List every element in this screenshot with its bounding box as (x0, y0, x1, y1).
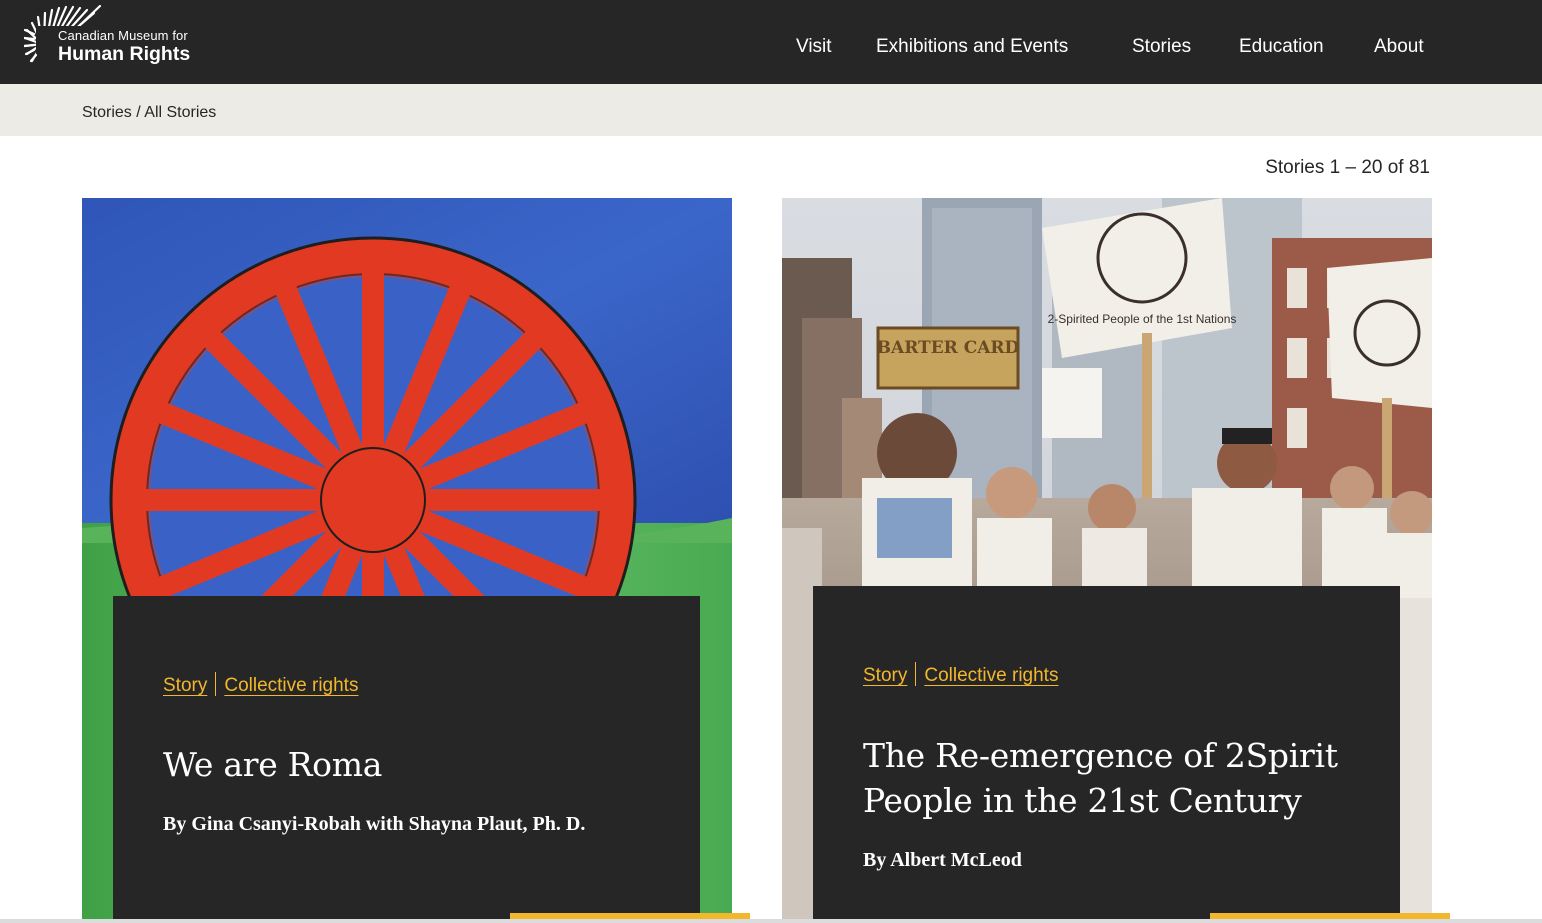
results-count: Stories 1 – 20 of 81 (1265, 157, 1430, 178)
story-card-tags-2spirit: Story Collective rights (863, 662, 1058, 687)
story-card-tags-roma: Story Collective rights (163, 672, 358, 697)
story-card-title-2spirit[interactable]: The Re-emergence of 2Spirit People in th… (863, 733, 1363, 823)
nav-visit[interactable]: Visit (796, 36, 832, 58)
breadcrumb-separator: / (136, 104, 141, 121)
nav-stories[interactable]: Stories (1132, 36, 1191, 58)
tag-separator (915, 662, 917, 686)
nav-about[interactable]: About (1374, 36, 1424, 58)
breadcrumb-bar (0, 84, 1542, 136)
breadcrumb: Stories / All Stories (82, 104, 216, 122)
story-card-byline-2spirit: By Albert McLeod (863, 849, 1022, 871)
nav-exhibitions-and-events[interactable]: Exhibitions and Events (876, 36, 1068, 58)
logo-text-line1: Canadian Museum for (58, 28, 188, 43)
breadcrumb-current: All Stories (144, 104, 217, 121)
billboard-text-1: BARTER CARD (877, 338, 1020, 358)
site-logo[interactable]: Canadian Museum for Human Rights (24, 4, 214, 68)
tag-story[interactable]: Story (163, 675, 207, 696)
story-card-title-roma[interactable]: We are Roma (163, 742, 683, 787)
tag-collective-rights[interactable]: Collective rights (924, 665, 1058, 686)
sign-text-1: 2-Spirited People of the 1st Nations (1048, 312, 1237, 326)
tag-collective-rights[interactable]: Collective rights (224, 675, 358, 696)
tag-separator (215, 672, 217, 696)
logo-text-line2: Human Rights (58, 43, 191, 65)
site-header: Canadian Museum for Human Rights Visit E… (0, 0, 1542, 84)
breadcrumb-stories-link[interactable]: Stories (82, 104, 132, 121)
story-card-byline-roma: By Gina Csanyi-Robah with Shayna Plaut, … (163, 813, 586, 835)
page-bottom-divider (0, 919, 1542, 923)
nav-education[interactable]: Education (1239, 36, 1324, 58)
tag-story[interactable]: Story (863, 665, 907, 686)
